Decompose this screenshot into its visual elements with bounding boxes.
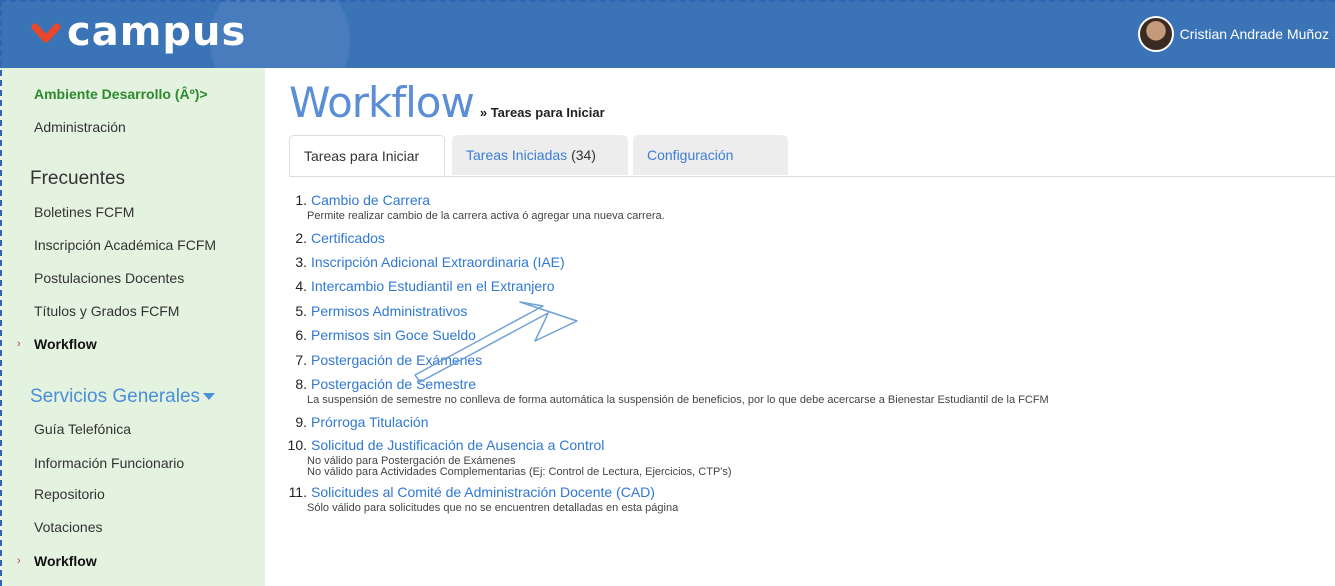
tab-tareas-iniciadas[interactable]: Tareas Iniciadas (34) (452, 135, 628, 175)
top-header: campus Cristian Andrade Muñoz (0, 0, 1335, 68)
page-title: Workflow » Tareas para Iniciar (289, 78, 605, 127)
task-number: 8. (295, 376, 307, 392)
sidebar-item-workflow-frecuentes[interactable]: Workflow (34, 336, 97, 352)
task-item: 6. Permisos sin Goce Sueldo (285, 327, 476, 343)
chevron-down-icon (203, 393, 216, 401)
sidebar-item-workflow-servicios[interactable]: Workflow (34, 553, 97, 569)
sidebar-item-inscripcion[interactable]: Inscripción Académica FCFM (34, 237, 216, 253)
task-item: 4. Intercambio Estudiantil en el Extranje… (285, 278, 555, 294)
frecuentes-heading: Frecuentes (30, 168, 126, 189)
task-item: 8. Postergación de Semestre (285, 376, 476, 392)
user-name: Cristian Andrade Muñoz (1179, 26, 1329, 42)
user-avatar (1137, 16, 1174, 52)
task-description: La suspensión de semestre no conlleva de… (307, 394, 1049, 406)
task-link[interactable]: Solicitud de Justificación de Ausencia a… (311, 437, 604, 453)
task-item: 7. Postergación de Exámenes (285, 352, 482, 368)
task-number: 3. (295, 254, 307, 270)
task-number: 11. (288, 484, 307, 500)
sidebar-item-titulos[interactable]: Títulos y Grados FCFM (34, 303, 179, 319)
task-link[interactable]: Cambio de Carrera (311, 192, 430, 208)
task-item: 2. Certificados (285, 230, 385, 246)
task-link[interactable]: Prórroga Titulación (311, 414, 429, 430)
task-number: 5. (295, 303, 307, 319)
active-arrow-icon: › (17, 338, 21, 350)
tab-configuracion[interactable]: Configuración (633, 135, 788, 175)
task-item: 11. Solicitudes al Comité de Administraci… (285, 484, 655, 500)
campus-logo-icon (31, 23, 61, 43)
main-content: Workflow » Tareas para Iniciar Tareas pa… (265, 68, 1335, 586)
task-link[interactable]: Intercambio Estudiantil en el Extranjero (311, 278, 555, 294)
task-number: 7. (295, 352, 307, 368)
sidebar-item-votaciones[interactable]: Votaciones (34, 519, 103, 535)
campus-logo[interactable]: campus (31, 12, 246, 52)
tab-label: Tareas Iniciadas (466, 147, 568, 163)
active-arrow-icon: › (17, 555, 21, 567)
task-link[interactable]: Postergación de Semestre (311, 376, 476, 392)
task-item: 1. Cambio de Carrera (285, 192, 430, 208)
task-description: Permite realizar cambio de la carrera ac… (307, 210, 665, 222)
task-item: 10. Solicitud de Justificación de Ausenci… (285, 437, 605, 453)
dashed-frame-left (0, 0, 2, 586)
task-link[interactable]: Inscripción Adicional Extraordinaria (IA… (311, 254, 565, 270)
sidebar: Ambiente Desarrollo (Âº)> Administración… (0, 68, 265, 586)
task-number: 6. (295, 327, 307, 343)
task-number: 1. (295, 192, 307, 208)
logo-text: campus (67, 9, 247, 55)
tab-label: Tareas para Iniciar (304, 148, 420, 164)
user-menu[interactable]: Cristian Andrade Muñoz (1137, 16, 1329, 52)
task-item: 9. Prórroga Titulación (285, 414, 429, 430)
sidebar-item-guia[interactable]: Guía Telefónica (34, 421, 131, 437)
task-link[interactable]: Permisos Administrativos (311, 303, 467, 319)
page-title-main: Workflow (289, 78, 475, 127)
sidebar-item-boletines[interactable]: Boletines FCFM (34, 204, 134, 220)
page-title-breadcrumb: » Tareas para Iniciar (479, 105, 605, 120)
task-link[interactable]: Solicitudes al Comité de Administración … (311, 484, 655, 500)
dashed-frame-top (0, 0, 1335, 2)
task-number: 2. (295, 230, 307, 246)
task-item: 5. Permisos Administrativos (285, 303, 467, 319)
servicios-heading-label: Servicios Generales (30, 386, 201, 407)
task-item: 3. Inscripción Adicional Extraordinaria (… (285, 254, 565, 270)
task-number: 9. (295, 414, 307, 430)
task-link[interactable]: Postergación de Exámenes (311, 352, 482, 368)
servicios-generales-dropdown[interactable]: Servicios Generales (30, 386, 216, 408)
task-link[interactable]: Permisos sin Goce Sueldo (311, 327, 476, 343)
tab-label: Configuración (647, 147, 734, 163)
task-link[interactable]: Certificados (311, 230, 385, 246)
environment-link[interactable]: Ambiente Desarrollo (Âº)> (34, 86, 208, 102)
tab-count: (34) (571, 147, 596, 163)
tab-bar: Tareas para Iniciar Tareas Iniciadas (34… (289, 135, 1335, 177)
sidebar-item-informacion[interactable]: Información Funcionario (34, 455, 184, 471)
tab-tareas-para-iniciar[interactable]: Tareas para Iniciar (289, 135, 445, 176)
task-number: 10. (287, 437, 307, 453)
task-description: No válido para Actividades Complementari… (307, 466, 732, 478)
sidebar-item-administracion[interactable]: Administración (34, 119, 126, 135)
task-number: 4. (295, 278, 307, 294)
sidebar-item-repositorio[interactable]: Repositorio (34, 486, 105, 502)
task-description: Sólo válido para solicitudes que no se e… (307, 502, 679, 514)
sidebar-item-postulaciones[interactable]: Postulaciones Docentes (34, 270, 184, 286)
